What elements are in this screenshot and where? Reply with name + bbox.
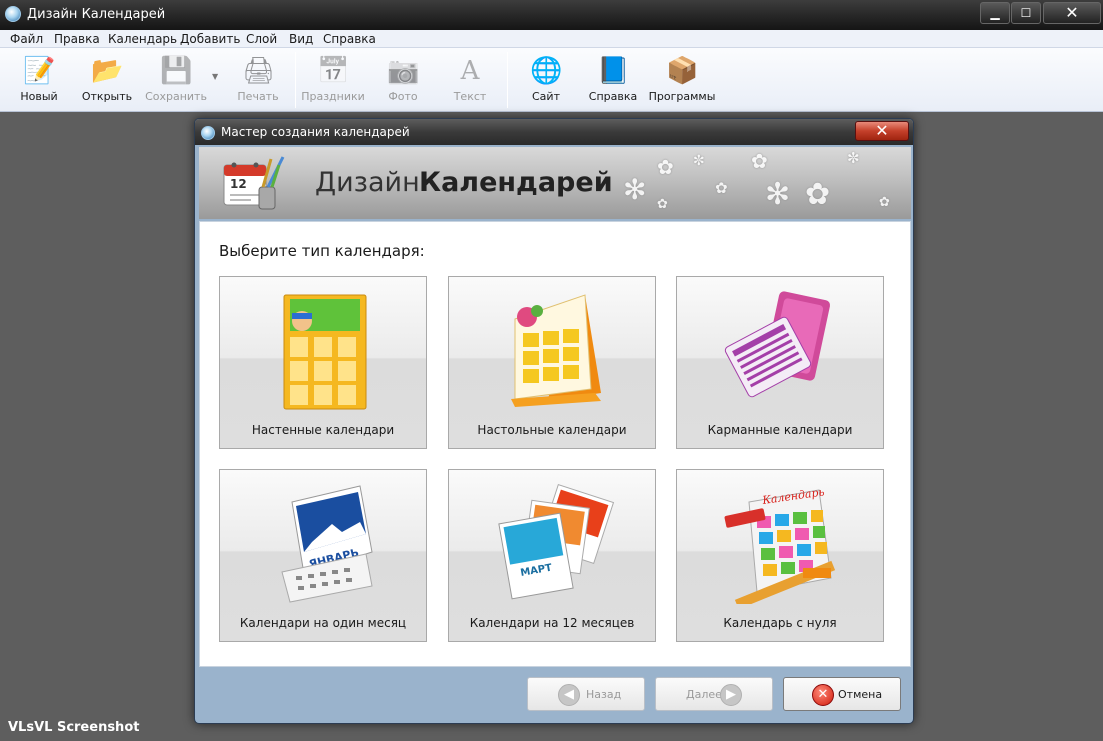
dialog-title: Мастер создания календарей xyxy=(221,125,410,139)
dialog-title-bar: Мастер создания календарей ✕ xyxy=(195,119,913,145)
text-button[interactable]: A Текст xyxy=(435,52,505,108)
cancel-button[interactable]: ✕ Отмена xyxy=(783,677,901,711)
save-button[interactable]: 💾 Сохранить xyxy=(141,52,211,108)
print-button[interactable]: 🖨 Печать xyxy=(223,52,293,108)
blank-calendar-icon: Календарь xyxy=(724,485,836,604)
wizard-dialog: Мастер создания календарей ✕ 12 Дизайн К… xyxy=(194,118,914,724)
help-label: Справка xyxy=(588,90,638,103)
globe-icon: 🌐 xyxy=(530,56,563,86)
menu-edit[interactable]: Правка xyxy=(54,32,100,46)
next-button[interactable]: Далее ▶ xyxy=(655,677,773,711)
wizard-banner: 12 Дизайн Календарей ✿ ✻ ✼ ✿ ✿ ✻ ✿ ✼ ✿ ✿ xyxy=(199,147,911,219)
holidays-label: Праздники xyxy=(301,90,365,103)
twelve-month-calendars-label: Календари на 12 месяцев xyxy=(469,616,635,630)
dialog-close-button[interactable]: ✕ xyxy=(855,121,909,141)
programs-label: Программы xyxy=(648,90,716,103)
save-disk-icon: 💾 xyxy=(160,56,193,86)
close-window-button[interactable]: ✕ xyxy=(1043,2,1101,24)
print-label: Печать xyxy=(237,90,279,103)
toolbar: 📝 Новый 📂 Открыть 💾 Сохранить ▼ 🖨 Печать… xyxy=(0,48,1103,112)
open-label: Открыть xyxy=(81,90,133,103)
desk-calendars-label: Настольные календари xyxy=(477,423,627,437)
text-label: Текст xyxy=(453,90,487,103)
snowflake-icon: ✻ xyxy=(623,173,647,206)
desk-calendars-card[interactable]: Настольные календари xyxy=(448,276,656,449)
programs-box-icon: 📦 xyxy=(666,56,699,86)
printer-icon: 🖨 xyxy=(242,56,276,86)
pocket-calendar-icon xyxy=(724,291,831,398)
help-button[interactable]: 📘 Справка xyxy=(578,52,648,108)
back-label: Назад xyxy=(586,688,622,701)
wall-calendars-card[interactable]: Настенные календари xyxy=(219,276,427,449)
menu-layer[interactable]: Слой xyxy=(246,32,277,46)
snowflake-icon: ✿ xyxy=(879,195,890,210)
photo-button[interactable]: 📷 Фото xyxy=(368,52,438,108)
help-book-icon: 📘 xyxy=(597,56,630,86)
new-label: Новый xyxy=(20,90,58,103)
wall-calendar-icon xyxy=(283,294,367,410)
cancel-label: Отмена xyxy=(838,688,883,701)
save-label: Сохранить xyxy=(145,90,207,103)
cancel-x-icon: ✕ xyxy=(812,684,834,706)
twelve-month-calendars-card[interactable]: МАРТ Календари на 12 месяцев xyxy=(448,469,656,642)
twelve-month-calendar-icon: МАРТ xyxy=(498,483,615,600)
pocket-calendars-card[interactable]: Карманные календари xyxy=(676,276,884,449)
banner-title-light: Дизайн xyxy=(315,167,420,198)
new-button[interactable]: 📝 Новый xyxy=(4,52,74,108)
snowflake-icon: ✿ xyxy=(657,197,668,212)
site-label: Сайт xyxy=(532,90,560,103)
back-arrow-icon: ◀ xyxy=(558,684,580,706)
app-icon xyxy=(5,6,21,22)
camera-icon: 📷 xyxy=(387,56,420,86)
monthly-calendar-icon: ЯНВАРЬ xyxy=(281,485,373,603)
calendar-type-prompt: Выберите тип календаря: xyxy=(219,242,425,260)
save-dropdown-arrow-icon[interactable]: ▼ xyxy=(212,72,218,81)
snowflake-icon: ✿ xyxy=(751,149,768,173)
next-label: Далее xyxy=(686,688,722,701)
calendar-from-scratch-label: Календарь с нуля xyxy=(723,616,837,630)
minimize-button[interactable]: ▁ xyxy=(980,2,1010,24)
toolbar-separator xyxy=(507,52,508,108)
text-letter-icon: A xyxy=(460,56,480,86)
menu-help[interactable]: Справка xyxy=(323,32,376,46)
maximize-button[interactable]: ☐ xyxy=(1011,2,1041,24)
one-month-calendars-card[interactable]: ЯНВАРЬ Календари на один месяц xyxy=(219,469,427,642)
programs-button[interactable]: 📦 Программы xyxy=(647,52,717,108)
open-button[interactable]: 📂 Открыть xyxy=(72,52,142,108)
screenshot-watermark: VLsVL Screenshot xyxy=(8,720,140,735)
banner-title-bold: Календарей xyxy=(419,167,613,198)
holiday-calendar-icon: 📅 xyxy=(317,56,350,86)
next-arrow-icon: ▶ xyxy=(720,684,742,706)
title-bar: Дизайн Календарей ▁ ☐ ✕ xyxy=(0,0,1103,30)
window-title: Дизайн Календарей xyxy=(27,7,166,22)
menu-calendar[interactable]: Календарь xyxy=(108,32,177,46)
desk-calendar-icon xyxy=(511,294,601,407)
open-folder-icon: 📂 xyxy=(91,56,124,86)
logo-day-number: 12 xyxy=(230,177,247,191)
menu-file[interactable]: Файл xyxy=(10,32,43,46)
one-month-calendars-label: Календари на один месяц xyxy=(239,616,407,630)
photo-label: Фото xyxy=(388,90,418,103)
snowflake-icon: ✿ xyxy=(805,177,831,212)
snowflake-icon: ✿ xyxy=(715,179,728,197)
site-button[interactable]: 🌐 Сайт xyxy=(511,52,581,108)
wizard-content: Выберите тип календаря: Настенные календ… xyxy=(199,221,911,667)
new-document-icon: 📝 xyxy=(23,56,56,86)
calendar-brush-logo-icon: 12 xyxy=(223,156,285,210)
snowflake-icon: ✼ xyxy=(693,153,705,169)
snowflake-icon: ✿ xyxy=(657,155,674,179)
menu-add[interactable]: Добавить xyxy=(180,32,240,46)
snowflake-icon: ✻ xyxy=(765,177,791,212)
holidays-button[interactable]: 📅 Праздники xyxy=(298,52,368,108)
snowflake-icon: ✼ xyxy=(847,149,860,167)
menu-view[interactable]: Вид xyxy=(289,32,313,46)
wizard-footer: ◀ Назад Далее ▶ ✕ Отмена xyxy=(199,669,911,723)
calendar-from-scratch-card[interactable]: Календарь Календарь с нуля xyxy=(676,469,884,642)
back-button[interactable]: ◀ Назад xyxy=(527,677,645,711)
wall-calendars-label: Настенные календари xyxy=(251,423,395,437)
menu-bar: Файл Правка Календарь Добавить Слой Вид … xyxy=(0,30,1103,48)
pocket-calendars-label: Карманные календари xyxy=(707,423,853,437)
dialog-app-icon xyxy=(201,126,215,140)
toolbar-separator xyxy=(295,52,296,108)
